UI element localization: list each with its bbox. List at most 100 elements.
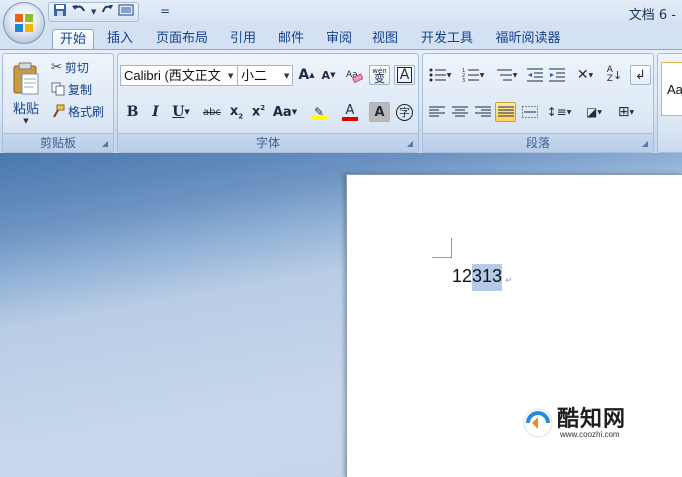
grow-font-icon: A xyxy=(298,67,310,83)
clipboard-launcher-icon[interactable]: ◢ xyxy=(102,139,108,148)
align-left-button[interactable] xyxy=(426,102,447,122)
tab-home[interactable]: 开始 xyxy=(52,29,94,50)
tab-mailings[interactable]: 邮件 xyxy=(270,29,312,50)
paste-dropdown-icon: ▼ xyxy=(23,116,29,125)
save-icon[interactable] xyxy=(53,3,67,21)
char-shading-button[interactable]: A xyxy=(369,102,390,122)
paragraph-group-label: 段落 xyxy=(423,133,653,152)
subscript-icon: x2 xyxy=(230,104,243,121)
superscript-x: x xyxy=(251,104,261,120)
tab-insert[interactable]: 插入 xyxy=(100,29,140,50)
office-button[interactable] xyxy=(3,2,45,44)
highlight-button[interactable]: ✎ xyxy=(304,102,334,122)
chinese-layout-button[interactable]: ✕ ▼ xyxy=(570,65,600,85)
customize-qat-icon[interactable]: = xyxy=(160,4,170,18)
font-size-dropdown-icon[interactable]: ▼ xyxy=(284,72,289,80)
watermark-url: www.coozhi.com xyxy=(560,430,620,439)
bold-icon: B xyxy=(126,104,139,120)
margin-corner-mark-horizontal xyxy=(432,257,452,258)
align-center-button[interactable] xyxy=(449,102,470,122)
grow-font-button[interactable]: A ▲ xyxy=(296,65,317,85)
subscript-mark: 2 xyxy=(238,112,244,121)
undo-dropdown-icon[interactable]: ▼ xyxy=(91,8,96,16)
bullets-button[interactable]: ▼ xyxy=(425,65,455,85)
clear-format-button[interactable]: Aa xyxy=(343,65,364,85)
shading-button[interactable]: ◪ ▼ xyxy=(579,102,609,122)
tab-view[interactable]: 视图 xyxy=(364,29,406,50)
distributed-button[interactable] xyxy=(519,102,540,122)
paint-bucket-icon: ◪ xyxy=(586,105,598,119)
subscript-x: x xyxy=(229,103,239,119)
change-case-button[interactable]: Aa ▼ xyxy=(271,102,299,122)
show-marks-button[interactable]: ↲ xyxy=(630,65,651,85)
font-color-button[interactable]: A xyxy=(336,102,364,122)
clear-format-icon: Aa xyxy=(346,70,363,83)
font-name-value: Calibri (西文正文 xyxy=(124,68,221,83)
clipboard-group: 粘贴 ▼ ✂ 剪切 复制 格式刷 剪贴板 ◢ xyxy=(2,53,114,153)
decrease-indent-button[interactable] xyxy=(524,65,545,85)
borders-button[interactable]: ⊞ ▼ xyxy=(611,102,641,122)
bold-button[interactable]: B xyxy=(122,102,143,122)
bullets-icon xyxy=(429,68,446,82)
copy-icon xyxy=(51,82,65,96)
styles-group: Aa xyxy=(657,53,682,153)
align-right-button[interactable] xyxy=(472,102,493,122)
tab-references[interactable]: 引用 xyxy=(222,29,264,50)
justify-icon xyxy=(497,106,514,117)
strikethrough-button[interactable]: abc xyxy=(199,102,225,122)
paste-icon xyxy=(13,62,39,94)
multilevel-list-button[interactable]: ▼ xyxy=(491,65,521,85)
increase-indent-icon xyxy=(548,68,565,82)
watermark-name: 酷知网 xyxy=(557,407,627,432)
superscript-button[interactable]: x2 xyxy=(248,102,269,122)
font-color-bar xyxy=(342,116,358,121)
paragraph-group: ▼ 123 ▼ ▼ ✕ ▼ A Z ↓ ↲ ↕≡ ▼ ◪ ▼ ⊞ ▼ 段落 ◢ xyxy=(422,53,654,153)
enclose-char-button[interactable]: 字 xyxy=(394,102,415,122)
paste-button[interactable]: 粘贴 ▼ xyxy=(7,56,45,130)
font-launcher-icon[interactable]: ◢ xyxy=(407,139,413,148)
font-name-field[interactable]: Calibri (西文正文 xyxy=(120,65,238,86)
format-painter-button[interactable]: 格式刷 xyxy=(51,101,104,121)
shrink-font-button[interactable]: A ▼ xyxy=(318,65,339,85)
line-spacing-icon: ↕≡ xyxy=(546,105,567,119)
office-logo-icon xyxy=(15,14,33,32)
undo-icon[interactable] xyxy=(71,3,87,21)
margin-corner-mark xyxy=(451,238,452,258)
copy-button[interactable]: 复制 xyxy=(51,79,92,99)
clipboard-group-label: 剪贴板 xyxy=(3,133,113,152)
font-group-label: 字体 xyxy=(118,133,418,152)
enclose-char-icon: 字 xyxy=(396,103,413,121)
underline-button[interactable]: U ▼ xyxy=(167,102,195,122)
document-text[interactable]: 12 313 xyxy=(452,264,503,291)
numbering-icon: 123 xyxy=(462,68,479,82)
underline-icon: U xyxy=(172,104,185,120)
justify-button[interactable] xyxy=(495,102,516,122)
italic-button[interactable]: I xyxy=(145,102,166,122)
cut-button[interactable]: ✂ 剪切 xyxy=(51,57,89,77)
redo-icon[interactable] xyxy=(100,3,114,21)
sort-button[interactable]: A Z ↓ xyxy=(604,65,625,85)
phonetic-guide-button[interactable]: wén 变 xyxy=(369,65,390,85)
increase-indent-button[interactable] xyxy=(546,65,567,85)
line-spacing-button[interactable]: ↕≡ ▼ xyxy=(543,102,575,122)
tab-foxit-reader[interactable]: 福昕阅读器 xyxy=(488,29,568,50)
scissors-icon: ✂ xyxy=(51,59,62,75)
subscript-button[interactable]: x2 xyxy=(226,102,247,122)
italic-icon: I xyxy=(152,104,159,120)
char-shading-icon: A xyxy=(374,104,385,120)
tab-review[interactable]: 审阅 xyxy=(318,29,360,50)
char-border-button[interactable]: A xyxy=(394,65,415,85)
paragraph-launcher-icon[interactable]: ◢ xyxy=(642,139,648,148)
font-name-dropdown-icon[interactable]: ▼ xyxy=(228,72,233,80)
phonetic-guide-icon: 变 xyxy=(374,72,385,85)
borders-icon: ⊞ xyxy=(617,104,630,120)
superscript-mark: 2 xyxy=(260,104,266,113)
quick-access-toolbar: ▼ xyxy=(48,2,140,22)
multilevel-list-icon xyxy=(496,69,512,81)
print-preview-icon[interactable] xyxy=(118,3,134,21)
style-normal-preview[interactable]: Aa xyxy=(661,62,682,116)
tab-page-layout[interactable]: 页面布局 xyxy=(148,29,216,50)
distributed-icon xyxy=(521,106,538,118)
tab-developer[interactable]: 开发工具 xyxy=(412,29,482,50)
numbering-button[interactable]: 123 ▼ xyxy=(458,65,488,85)
